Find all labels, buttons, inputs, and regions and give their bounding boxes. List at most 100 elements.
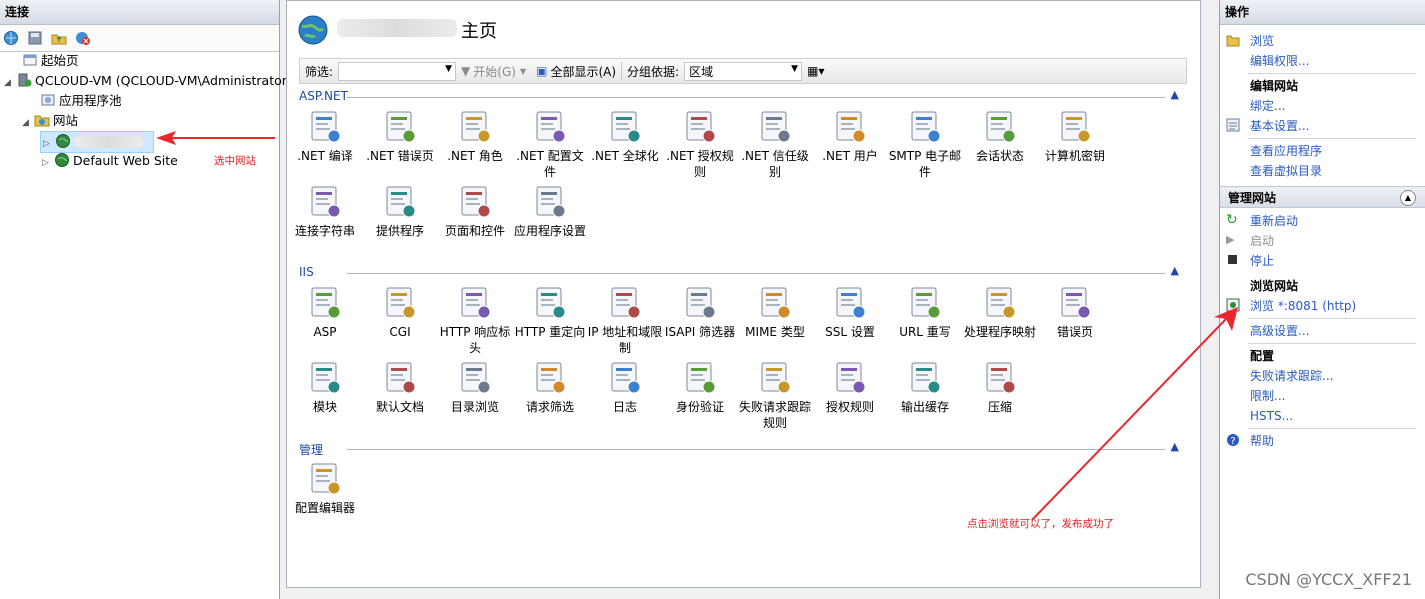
feature-label: 提供程序 [375, 224, 424, 238]
tree-app-pools[interactable]: 应用程序池 [40, 91, 122, 111]
separator [1248, 343, 1416, 344]
section-header: IIS ▲ [299, 264, 1185, 281]
feature-item[interactable]: .NET 全球化 [587, 109, 663, 164]
filter-input[interactable]: ▼ [338, 61, 457, 81]
feature-label: ISAPI 筛选器 [664, 325, 736, 339]
feature-icon [682, 109, 718, 145]
feature-item[interactable]: SSL 设置 [812, 285, 888, 340]
group-by-label: 分组依据: [627, 64, 680, 79]
group-by-select[interactable]: 区域 ▼ [684, 61, 803, 81]
feature-icon [607, 360, 643, 396]
feature-icon [832, 109, 868, 145]
feature-item[interactable]: 失败请求跟踪规则 [737, 360, 813, 431]
feature-item[interactable]: 日志 [587, 360, 663, 415]
feature-item[interactable]: URL 重写 [887, 285, 963, 340]
view-mode-button[interactable]: ▦ ▼ [802, 59, 830, 83]
failed-request-tracing-action[interactable]: 失败请求跟踪... [1220, 366, 1425, 386]
dropdown-arrow-icon[interactable]: ▼ [445, 64, 452, 74]
help-action[interactable]: ? 帮助 [1220, 431, 1425, 451]
restart-action[interactable]: ↻ 重新启动 [1220, 211, 1425, 231]
view-applications-action[interactable]: 查看应用程序 [1220, 141, 1425, 161]
feature-item[interactable]: 连接字符串 [287, 184, 363, 239]
app-pool-icon [40, 92, 56, 108]
edit-permissions-action[interactable]: 编辑权限... [1220, 51, 1425, 71]
feature-item[interactable]: ISAPI 筛选器 [662, 285, 738, 340]
tree-start-page[interactable]: 起始页 [22, 51, 79, 71]
feature-item[interactable]: .NET 用户 [812, 109, 888, 164]
tree-server-node[interactable]: ◢ QCLOUD-VM (QCLOUD-VM\Administrator [4, 71, 287, 91]
separator [1248, 428, 1416, 429]
feature-item[interactable]: 默认文档 [362, 360, 438, 415]
stop-action[interactable]: 停止 [1220, 251, 1425, 271]
tree-selected-site[interactable]: ▷ [40, 131, 154, 153]
collapse-up-icon[interactable]: ▲ [1400, 190, 1416, 206]
browse-port-action[interactable]: 浏览 *:8081 (http) [1220, 296, 1425, 316]
feature-icon [457, 360, 493, 396]
separator [1248, 73, 1416, 74]
section-1: IIS ▲ ASP CGI HTTP 响应标头 HTTP 重定向 IP 地址和域限制 ISAP… [299, 264, 1185, 430]
separator [1248, 138, 1416, 139]
save-icon[interactable] [26, 29, 44, 47]
connect-globe-icon[interactable] [2, 29, 20, 47]
feature-label: CGI [389, 325, 411, 339]
feature-item[interactable]: 会话状态 [962, 109, 1038, 164]
feature-label: .NET 信任级别 [741, 149, 809, 179]
feature-item[interactable]: .NET 角色 [437, 109, 513, 164]
feature-item[interactable]: 提供程序 [362, 184, 438, 239]
folder-up-icon[interactable] [50, 29, 68, 47]
red-arrow-annotation [156, 131, 275, 145]
expand-arrow-icon[interactable]: ▷ [42, 153, 54, 173]
view-virtual-dirs-action[interactable]: 查看虚拟目录 [1220, 161, 1425, 181]
tree-label: 网站 [53, 113, 79, 128]
feature-item[interactable]: 模块 [287, 360, 363, 415]
feature-item[interactable]: .NET 配置文件 [512, 109, 588, 180]
feature-item[interactable]: 输出缓存 [887, 360, 963, 415]
feature-label: 身份验证 [675, 400, 724, 414]
feature-icon [682, 285, 718, 321]
restart-icon: ↻ [1226, 212, 1238, 228]
limits-action[interactable]: 限制... [1220, 386, 1425, 406]
collapse-arrow-icon[interactable]: ◢ [4, 73, 16, 93]
feature-item[interactable]: .NET 编译 [287, 109, 363, 164]
feature-item[interactable]: 应用程序设置 [512, 184, 588, 239]
play-icon: ▶ [1226, 233, 1235, 246]
collapse-up-icon[interactable]: ▲ [1171, 264, 1179, 277]
feature-item[interactable]: HTTP 响应标头 [437, 285, 513, 356]
basic-settings-action[interactable]: 基本设置... [1220, 116, 1425, 136]
feature-item[interactable]: CGI [362, 285, 438, 340]
feature-item[interactable]: 页面和控件 [437, 184, 513, 239]
feature-item[interactable]: 授权规则 [812, 360, 888, 415]
feature-item[interactable]: 目录浏览 [437, 360, 513, 415]
feature-label: SMTP 电子邮件 [888, 149, 962, 179]
feature-item[interactable]: MIME 类型 [737, 285, 813, 340]
feature-item[interactable]: 请求筛选 [512, 360, 588, 415]
start-filter-button[interactable]: ▼ 开始(G) ▼ [456, 59, 531, 83]
feature-item[interactable]: HTTP 重定向 [512, 285, 588, 340]
hsts-action[interactable]: HSTS... [1220, 406, 1425, 426]
disconnect-icon[interactable] [74, 29, 92, 47]
collapse-up-icon[interactable]: ▲ [1171, 88, 1179, 101]
tree-sites[interactable]: ◢ 网站 [22, 111, 78, 131]
start-action[interactable]: ▶ 启动 [1220, 231, 1425, 251]
bindings-action[interactable]: 绑定... [1220, 96, 1425, 116]
feature-item[interactable]: ASP [287, 285, 363, 340]
section-rule [347, 97, 1165, 98]
browse-site-group: 浏览网站 [1250, 279, 1299, 293]
feature-item[interactable]: IP 地址和域限制 [587, 285, 663, 356]
show-all-button[interactable]: ▣ 全部显示(A) [531, 59, 621, 83]
collapse-arrow-icon[interactable]: ◢ [22, 113, 34, 133]
feature-item[interactable]: 计算机密钥 [1037, 109, 1113, 164]
feature-item[interactable]: SMTP 电子邮件 [887, 109, 963, 180]
feature-item[interactable]: .NET 错误页 [362, 109, 438, 164]
feature-item[interactable]: 身份验证 [662, 360, 738, 415]
feature-item[interactable]: .NET 信任级别 [737, 109, 813, 180]
tree-default-web-site[interactable]: ▷ Default Web Site [42, 151, 178, 171]
feature-item[interactable]: .NET 授权规则 [662, 109, 738, 180]
feature-label: 输出缓存 [900, 400, 949, 414]
feature-label: 配置编辑器 [294, 501, 355, 515]
browse-action[interactable]: 浏览 [1220, 31, 1425, 51]
feature-icon [757, 285, 793, 321]
advanced-settings-action[interactable]: 高级设置... [1220, 321, 1425, 341]
dropdown-arrow-icon[interactable]: ▼ [791, 64, 798, 74]
feature-item[interactable]: 配置编辑器 [287, 461, 363, 516]
